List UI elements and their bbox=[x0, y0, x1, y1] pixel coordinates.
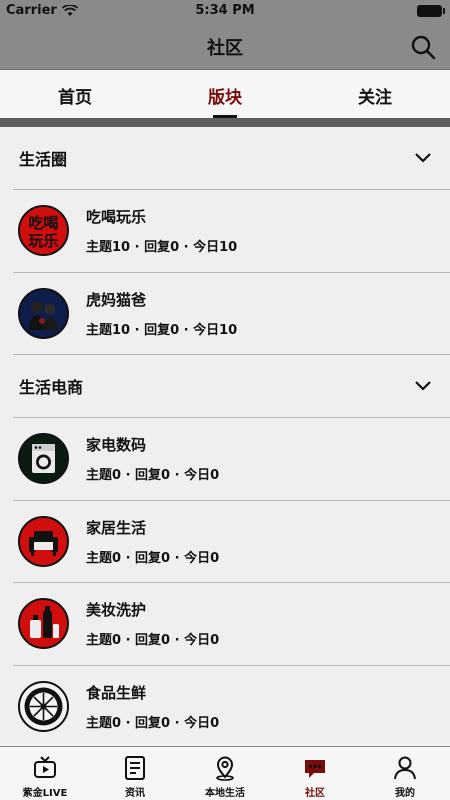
board-stats: 主题0 · 回复0 · 今日0 bbox=[86, 716, 220, 732]
tv-icon bbox=[34, 756, 56, 778]
section-header-life-commerce[interactable]: 生活电商 bbox=[13, 355, 450, 418]
tabbar-item-profile[interactable]: 我的 bbox=[360, 747, 450, 800]
board-item[interactable]: 家电数码 主题0 · 回复0 · 今日0 bbox=[13, 418, 450, 501]
clock: 5:34 PM bbox=[195, 3, 255, 18]
tab-home[interactable]: 首页 bbox=[0, 70, 150, 118]
tabbar-label: 紫金LIVE bbox=[22, 788, 68, 799]
section-title: 生活电商 bbox=[19, 378, 84, 397]
section-title: 生活圈 bbox=[19, 150, 68, 169]
location-icon bbox=[216, 756, 234, 781]
tab-boards[interactable]: 版块 bbox=[150, 70, 300, 118]
tabbar-label: 资讯 bbox=[125, 788, 145, 799]
board-stats: 主题0 · 回复0 · 今日0 bbox=[86, 550, 220, 566]
sofa-icon bbox=[18, 515, 69, 567]
board-name: 美妆洗护 bbox=[86, 601, 147, 620]
board-item[interactable]: 吃喝 玩乐 吃喝玩乐 主题10 · 回复0 · 今日10 bbox=[13, 190, 450, 273]
cosmetics-icon bbox=[18, 598, 69, 650]
board-name: 虎妈猫爸 bbox=[86, 290, 147, 309]
tab-home-label: 首页 bbox=[58, 88, 92, 108]
tabbar-label: 我的 bbox=[395, 788, 415, 799]
chevron-down-icon[interactable] bbox=[414, 149, 432, 167]
search-icon[interactable] bbox=[410, 34, 436, 60]
board-name: 家电数码 bbox=[86, 436, 147, 455]
battery-icon bbox=[417, 5, 445, 17]
board-name: 家居生活 bbox=[86, 518, 147, 537]
status-bar: Carrier 5:34 PM bbox=[0, 0, 450, 22]
food-fun-icon: 吃喝 玩乐 bbox=[18, 205, 69, 257]
board-name: 食品生鲜 bbox=[86, 684, 147, 703]
board-item[interactable]: 虎妈猫爸 主题10 · 回复0 · 今日10 bbox=[13, 273, 450, 355]
fresh-food-icon bbox=[18, 681, 69, 733]
board-list[interactable]: 生活圈 吃喝 玩乐 吃喝玩乐 主题10 · 回复0 · 今日10 虎妈猫爸 主题… bbox=[0, 127, 450, 746]
divider bbox=[0, 118, 450, 127]
top-tabs: 首页 版块 关注 bbox=[0, 70, 450, 118]
news-icon bbox=[125, 756, 145, 780]
page-title: 社区 bbox=[207, 38, 243, 59]
tab-boards-label: 版块 bbox=[208, 88, 242, 108]
svg-text:吃喝: 吃喝 bbox=[28, 214, 58, 232]
tab-following[interactable]: 关注 bbox=[300, 70, 450, 118]
tabbar-item-news[interactable]: 资讯 bbox=[90, 747, 180, 800]
board-stats: 主题0 · 回复0 · 今日0 bbox=[86, 633, 220, 649]
board-stats: 主题0 · 回复0 · 今日0 bbox=[86, 468, 220, 484]
tabbar-item-community[interactable]: 社区 bbox=[270, 747, 360, 800]
board-item[interactable]: 家居生活 主题0 · 回复0 · 今日0 bbox=[13, 501, 450, 583]
bottom-tab-bar: 紫金LIVE 资讯 本地生活 社区 我的 bbox=[0, 746, 450, 800]
tabbar-label: 社区 bbox=[305, 788, 325, 799]
chevron-down-icon[interactable] bbox=[414, 377, 432, 395]
profile-icon bbox=[394, 756, 416, 780]
navigation-bar: 社区 bbox=[0, 22, 450, 70]
board-stats: 主题10 · 回复0 · 今日10 bbox=[86, 322, 238, 338]
tabbar-item-live[interactable]: 紫金LIVE bbox=[0, 747, 90, 800]
board-item[interactable]: 食品生鲜 主题0 · 回复0 · 今日0 bbox=[13, 666, 450, 747]
svg-text:玩乐: 玩乐 bbox=[28, 232, 58, 250]
tabbar-item-local[interactable]: 本地生活 bbox=[180, 747, 270, 800]
board-item[interactable]: 美妆洗护 主题0 · 回复0 · 今日0 bbox=[13, 583, 450, 666]
chat-icon bbox=[305, 760, 325, 778]
tab-following-label: 关注 bbox=[358, 88, 392, 108]
section-header-life-circle[interactable]: 生活圈 bbox=[13, 127, 450, 190]
board-stats: 主题10 · 回复0 · 今日10 bbox=[86, 240, 238, 256]
board-name: 吃喝玩乐 bbox=[86, 208, 147, 227]
tabbar-label: 本地生活 bbox=[205, 788, 245, 799]
washing-machine-icon bbox=[18, 433, 69, 485]
parents-icon bbox=[18, 287, 69, 339]
